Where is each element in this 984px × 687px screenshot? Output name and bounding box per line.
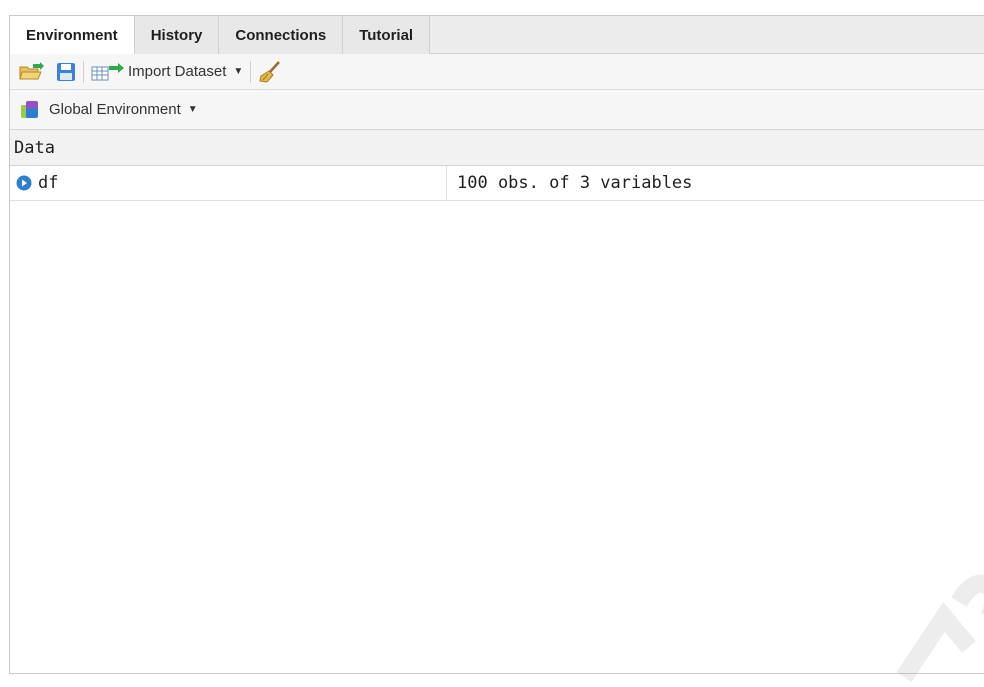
- section-header-data: Data: [10, 130, 984, 166]
- tab-tutorial[interactable]: Tutorial: [343, 16, 431, 54]
- toolbar-separator: [83, 60, 84, 83]
- save-workspace-button[interactable]: [56, 62, 76, 82]
- variable-name: df: [38, 173, 59, 193]
- import-dataset-button[interactable]: Import Dataset ▼: [91, 62, 243, 82]
- watermark-graphic: [896, 574, 984, 682]
- tab-environment[interactable]: Environment: [10, 16, 135, 55]
- variable-value: 100 obs. of 3 variables: [457, 173, 693, 193]
- variable-name-cell: df: [10, 166, 447, 200]
- tab-connections[interactable]: Connections: [219, 16, 344, 54]
- variable-value-cell: 100 obs. of 3 variables: [447, 166, 692, 200]
- environment-icon: [21, 100, 38, 118]
- chevron-down-icon: ▼: [233, 66, 244, 77]
- clear-objects-button[interactable]: [258, 60, 282, 83]
- toolbar-separator: [250, 60, 252, 83]
- environment-selector[interactable]: Global Environment ▼: [10, 90, 984, 130]
- environment-toolbar: Import Dataset ▼: [10, 54, 984, 90]
- import-dataset-label: Import Dataset: [128, 63, 227, 80]
- import-dataset-icon: [91, 62, 124, 80]
- open-folder-icon: [19, 61, 44, 79]
- tab-history[interactable]: History: [134, 16, 220, 54]
- environment-pane: Environment History Connections Tutorial: [9, 15, 984, 674]
- chevron-down-icon: ▼: [187, 104, 198, 115]
- save-icon: [57, 62, 75, 81]
- pane-tabbar: Environment History Connections Tutorial: [10, 16, 984, 55]
- expand-arrow-icon[interactable]: [16, 175, 32, 191]
- table-row[interactable]: df 100 obs. of 3 variables: [10, 166, 984, 201]
- broom-icon: [259, 60, 281, 83]
- environment-selector-label: Global Environment: [49, 101, 181, 118]
- load-workspace-button[interactable]: [18, 61, 44, 82]
